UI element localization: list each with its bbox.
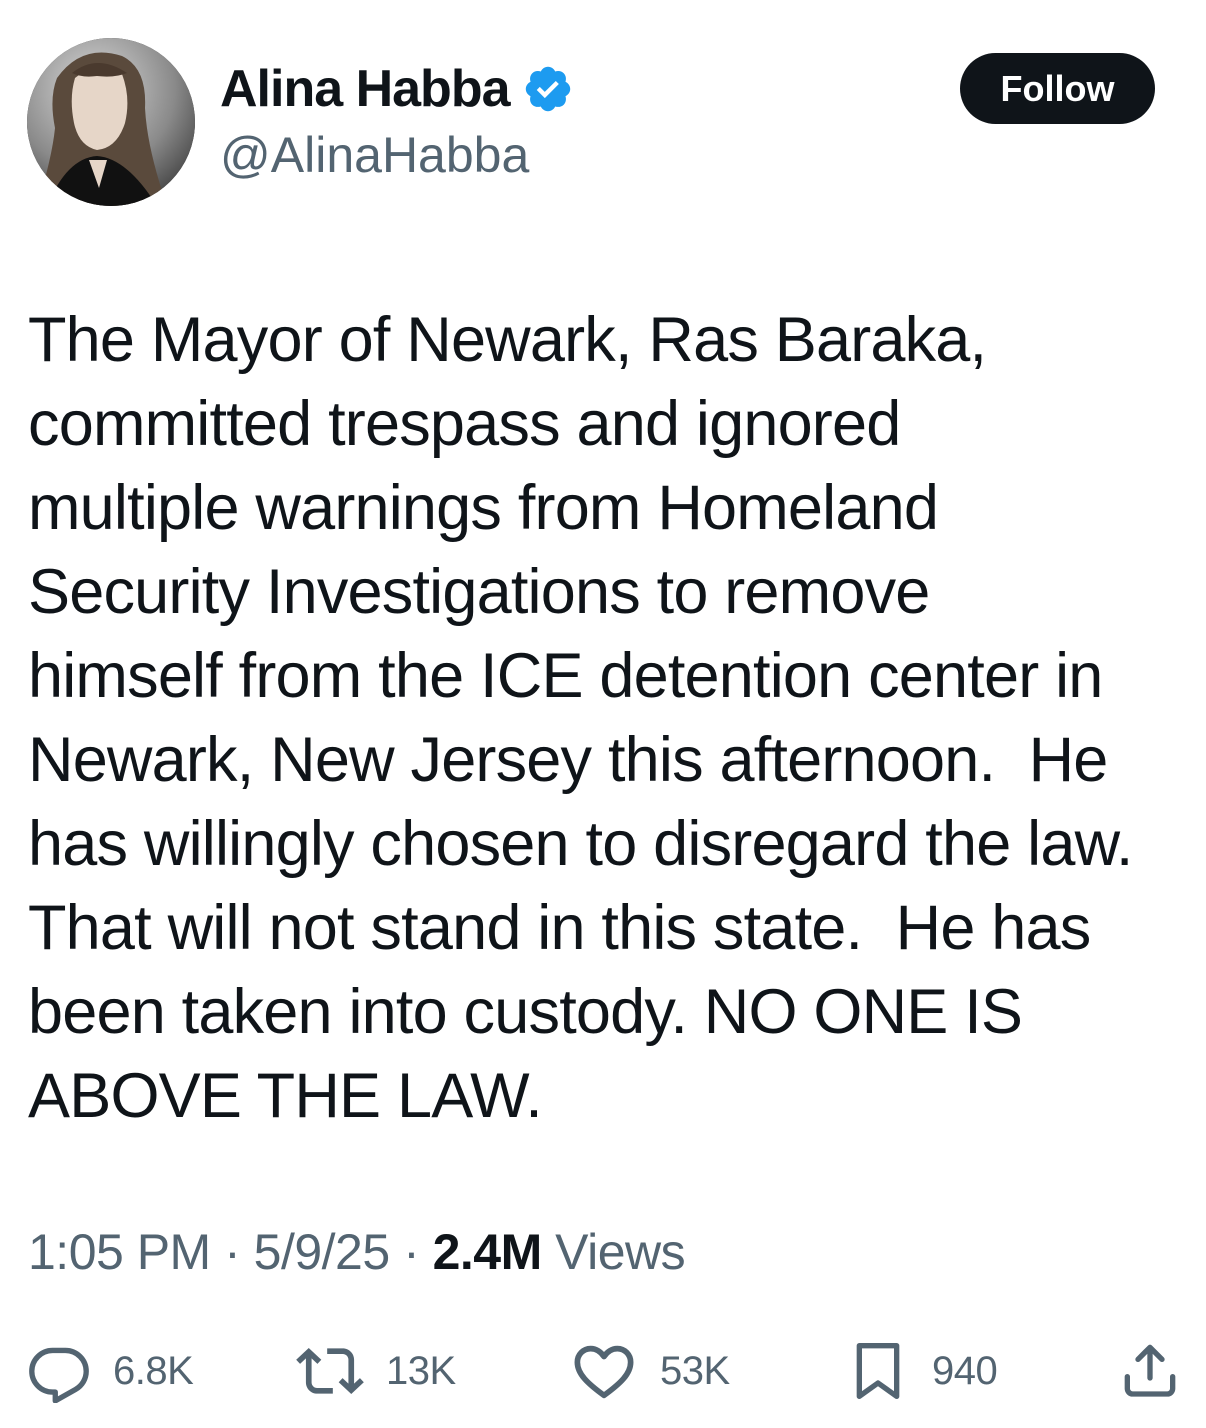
reply-count: 6.8K [113, 1348, 194, 1393]
profile-photo [27, 38, 195, 206]
avatar[interactable] [27, 38, 195, 206]
meta-separator: · [389, 1224, 433, 1280]
verified-badge-icon [525, 66, 570, 112]
views-label: Views [541, 1224, 686, 1280]
follow-button[interactable]: Follow [960, 53, 1155, 124]
reply-button[interactable]: 6.8K [27, 1336, 194, 1406]
meta-separator: · [210, 1224, 254, 1280]
views-count[interactable]: 2.4M [433, 1224, 543, 1280]
action-bar: 6.8K 13K 53K 940 [0, 1336, 1206, 1406]
repost-count: 13K [386, 1348, 456, 1393]
author-name-row: Alina Habba [220, 56, 574, 122]
reply-icon [29, 1347, 89, 1403]
tweet-time[interactable]: 1:05 PM [28, 1224, 211, 1280]
repost-button[interactable]: 13K [296, 1336, 456, 1406]
author-display-name[interactable]: Alina Habba [220, 63, 510, 115]
like-button[interactable]: 53K [570, 1336, 730, 1406]
tweet-date[interactable]: 5/9/25 [254, 1224, 391, 1280]
author-handle[interactable]: @AlinaHabba [220, 128, 529, 183]
tweet-metadata: 1:05 PM · 5/9/25 · 2.4M Views [28, 1222, 686, 1282]
bookmark-icon [856, 1343, 900, 1399]
bookmark-button[interactable]: 940 [846, 1336, 998, 1406]
like-count: 53K [660, 1348, 730, 1393]
share-icon[interactable] [1118, 1338, 1182, 1402]
repost-icon [296, 1347, 364, 1395]
tweet-text: The Mayor of Newark, Ras Baraka, committ… [28, 305, 1133, 1131]
bookmark-count: 940 [932, 1348, 998, 1393]
heart-icon [574, 1345, 634, 1399]
